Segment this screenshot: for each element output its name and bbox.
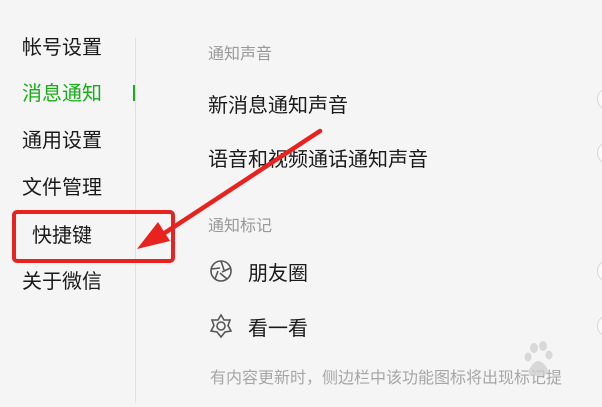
notification-mark-header: 通知标记 [208, 216, 273, 235]
baidu-jingyan-watermark [470, 340, 602, 403]
moments-label: 朋友圈 [248, 260, 308, 285]
sidebar-item-general-settings[interactable]: 通用设置 [22, 128, 102, 152]
top-stories-toggle[interactable] [597, 315, 602, 337]
top-stories-label: 看一看 [248, 315, 308, 340]
shortcut-highlight-box [12, 210, 175, 263]
notification-sound-header: 通知声音 [208, 44, 273, 63]
settings-sidebar: 帐号设置 消息通知 通用设置 文件管理 快捷键 关于微信 [0, 0, 136, 403]
call-sound-label: 语音和视频通话通知声音 [208, 147, 428, 171]
call-sound-toggle[interactable] [597, 142, 602, 164]
top-stories-icon [208, 313, 234, 339]
moments-toggle[interactable] [597, 260, 602, 282]
new-message-sound-toggle[interactable] [597, 88, 602, 110]
sidebar-item-account-settings[interactable]: 帐号设置 [22, 35, 102, 59]
new-message-sound-label: 新消息通知声音 [208, 93, 348, 117]
sidebar-item-file-management[interactable]: 文件管理 [22, 175, 102, 199]
moments-row: 朋友圈 [208, 257, 308, 285]
sidebar-item-message-notifications[interactable]: 消息通知 [22, 81, 102, 105]
moments-aperture-icon [208, 258, 234, 284]
top-stories-row: 看一看 [208, 312, 308, 340]
sidebar-item-about-wechat[interactable]: 关于微信 [22, 269, 102, 293]
